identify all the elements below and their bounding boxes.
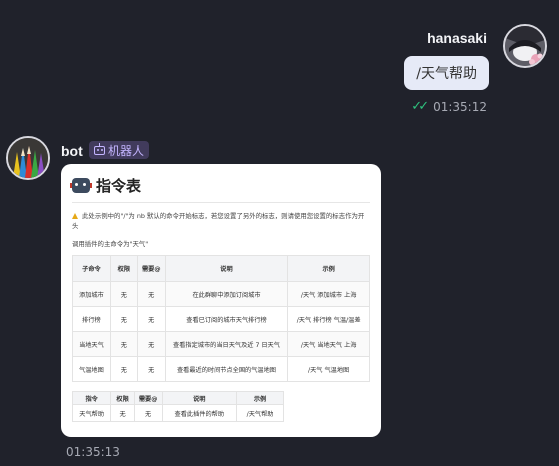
command-table: 指令 权限 需要@ 说明 示例 天气帮助 无 无 查看此插件的帮助 /天气帮助: [71, 391, 284, 422]
table-cell: /天气 气温地图: [287, 356, 370, 382]
table-cell: 天气帮助: [71, 404, 112, 422]
card-note-text: 此处示例中的"/"为 nb 默认的命令开始标志，若您设置了另外的标志，则请使用您…: [72, 212, 365, 230]
user-message-time: 01:35:12: [433, 99, 487, 114]
column-header: 子命令: [72, 255, 111, 282]
column-header: 示例: [287, 255, 370, 282]
warning-icon: [72, 213, 78, 219]
table-cell: /天气 添加城市 上海: [287, 281, 370, 307]
table-cell: 排行榜: [72, 306, 111, 332]
table-cell: 无: [136, 356, 166, 382]
column-header: 指令: [71, 391, 112, 405]
card-note: 此处示例中的"/"为 nb 默认的命令开始标志，若您设置了另外的标志，则请使用您…: [72, 211, 370, 231]
user-message-bubble[interactable]: /天气帮助: [404, 56, 489, 90]
table-cell: 查看已订阅的城市天气排行榜: [164, 306, 289, 332]
column-header: 需要@: [136, 255, 166, 282]
table-cell: 无: [109, 281, 138, 307]
bot-sender-name: bot: [61, 143, 83, 159]
double-check-icon: ✓✓: [411, 99, 429, 114]
table-row: 添加城市 无 无 在此群聊中添加订阅城市 /天气 添加城市 上海: [72, 281, 370, 307]
robot-badge-icon: [94, 142, 105, 155]
bot-avatar[interactable]: [6, 136, 50, 180]
bot-avatar-image: [8, 138, 48, 178]
table-cell: 查看指定城市的当日天气及近 7 日天气: [164, 331, 289, 357]
table-row: 排行榜 无 无 查看已订阅的城市天气排行榜 /天气 排行榜 气温/温差: [72, 306, 370, 332]
table-header-row: 指令 权限 需要@ 说明 示例: [71, 391, 284, 405]
column-header: 权限: [109, 255, 138, 282]
table-cell: 无: [109, 356, 138, 382]
user-sender-name: hanasaki: [427, 30, 487, 46]
bot-badge: 机器人: [89, 141, 150, 159]
table-cell: 查看最近的时间节点全国的气温地图: [164, 356, 289, 382]
table-header-row: 子命令 权限 需要@ 说明 示例: [72, 255, 370, 282]
column-header: 说明: [161, 391, 238, 405]
table-cell: 当地天气: [72, 331, 111, 357]
table-cell: 无: [136, 306, 166, 332]
user-avatar[interactable]: [503, 24, 547, 68]
command-list-card[interactable]: 指令表 此处示例中的"/"为 nb 默认的命令开始标志，若您设置了另外的标志，则…: [61, 164, 381, 437]
user-avatar-image: [505, 26, 545, 66]
subcommand-table: 子命令 权限 需要@ 说明 示例 添加城市 无 无 在此群聊中添加订阅城市 /天…: [72, 255, 370, 382]
table-row: 气温地图 无 无 查看最近的时间节点全国的气温地图 /天气 气温地图: [72, 356, 370, 382]
column-header: 需要@: [133, 391, 163, 405]
user-message-text: /天气帮助: [416, 66, 477, 82]
column-header: 说明: [164, 255, 289, 282]
user-message-meta: ✓✓ 01:35:12: [411, 99, 487, 114]
table-cell: /天气 排行榜 气温/温差: [287, 306, 370, 332]
table-cell: /天气 当地天气 上海: [287, 331, 370, 357]
table-row: 天气帮助 无 无 查看此插件的帮助 /天气帮助: [71, 404, 284, 422]
table-row: 当地天气 无 无 查看指定城市的当日天气及近 7 日天气 /天气 当地天气 上海: [72, 331, 370, 357]
table-cell: 无: [133, 404, 163, 422]
card-title: 指令表: [96, 176, 142, 195]
table-cell: /天气帮助: [236, 404, 284, 422]
table-cell: 查看此插件的帮助: [161, 404, 238, 422]
table-cell: 无: [109, 331, 138, 357]
robot-head-icon: [70, 177, 92, 193]
table-cell: 气温地图: [72, 356, 111, 382]
table-cell: 无: [136, 331, 166, 357]
table-cell: 添加城市: [72, 281, 111, 307]
table-cell: 无: [136, 281, 166, 307]
bot-badge-label: 机器人: [108, 143, 145, 158]
card-divider: [72, 202, 370, 203]
column-header: 权限: [110, 391, 135, 405]
column-header: 示例: [236, 391, 284, 405]
card-intro: 调用插件的主命令为"天气": [72, 240, 149, 248]
bot-message-time: 01:35:13: [66, 445, 120, 459]
card-header: 指令表: [70, 174, 370, 196]
table-cell: 无: [109, 306, 138, 332]
table-cell: 在此群聊中添加订阅城市: [164, 281, 289, 307]
table-cell: 无: [110, 404, 135, 422]
